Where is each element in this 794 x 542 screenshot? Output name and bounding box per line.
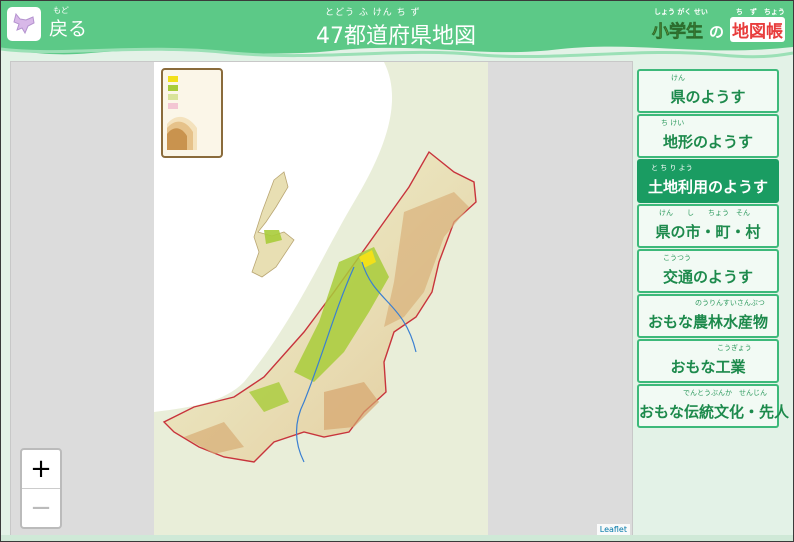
menu-item-label: おもな農林水産物 bbox=[647, 313, 768, 331]
leaflet-attribution-link[interactable]: Leaflet bbox=[596, 524, 630, 535]
menu-item-traditional-culture[interactable]: でんとうぶんか せんじん おもな伝統文化・先人 bbox=[637, 384, 790, 428]
menu-item-ruby: のうりんすいさんぶつ bbox=[695, 299, 765, 307]
topic-menu: けん 県のようす ち けい 地形のようす と ち り よう 土地利用のようす け… bbox=[633, 63, 790, 535]
header-bar: もど 戻る とどう ふ けん ち ず 47都道府県地図 しょう がく せい ち … bbox=[1, 1, 793, 63]
menu-item-land-use[interactable]: と ち り よう 土地利用のようす bbox=[637, 159, 779, 203]
menu-item-ruby: と ち り よう bbox=[651, 164, 693, 172]
brand-logo: しょう がく せい ち ず ちょう 小学生 の 地図帳 bbox=[652, 7, 785, 42]
app-window: もど 戻る とどう ふ けん ち ず 47都道府県地図 しょう がく せい ち … bbox=[0, 0, 794, 542]
menu-item-ruby: こうつう bbox=[663, 254, 691, 262]
map-viewport[interactable]: + − Leaflet bbox=[10, 61, 633, 537]
menu-item-transportation[interactable]: こうつう 交通のようす bbox=[637, 249, 779, 293]
brand-part1: 小学生 bbox=[651, 22, 704, 43]
menu-item-ruby: けん し ちょう そん bbox=[659, 209, 750, 217]
hokkaido-icon bbox=[7, 7, 41, 41]
menu-item-ruby: ち けい bbox=[661, 119, 685, 127]
menu-item-terrain[interactable]: ち けい 地形のようす bbox=[637, 114, 779, 158]
menu-item-ruby: けん bbox=[671, 74, 685, 82]
zoom-control: + − bbox=[20, 448, 62, 529]
footer-strip bbox=[1, 535, 793, 541]
menu-item-label: おもな伝統文化・先人 bbox=[639, 403, 790, 421]
page-title-text: 47都道府県地図 bbox=[316, 24, 476, 49]
menu-item-label: おもな工業 bbox=[670, 358, 746, 376]
menu-item-agriculture-fishery[interactable]: のうりんすいさんぶつ おもな農林水産物 bbox=[637, 294, 779, 338]
brand-ruby: しょう がく せい ち ず ちょう bbox=[653, 8, 785, 16]
menu-item-label: 土地利用のようす bbox=[647, 178, 768, 196]
zoom-out-button[interactable]: − bbox=[22, 488, 60, 527]
brand-part2: 地図帳 bbox=[730, 17, 785, 42]
menu-item-label: 地形のようす bbox=[662, 133, 753, 151]
menu-item-prefecture-overview[interactable]: けん 県のようす bbox=[637, 69, 779, 113]
brand-no: の bbox=[708, 23, 724, 41]
menu-item-label: 県の市・町・村 bbox=[655, 223, 761, 241]
menu-item-ruby: こうぎょう bbox=[717, 344, 752, 352]
zoom-in-button[interactable]: + bbox=[22, 450, 60, 488]
back-text: 戻る bbox=[49, 17, 88, 40]
back-ruby: もど bbox=[53, 5, 69, 15]
back-button[interactable]: もど 戻る bbox=[7, 5, 88, 41]
menu-item-industry[interactable]: こうぎょう おもな工業 bbox=[637, 339, 779, 383]
menu-item-ruby: でんとうぶんか せんじん bbox=[683, 389, 767, 397]
back-label: もど 戻る bbox=[49, 5, 88, 41]
page-title: とどう ふ けん ち ず 47都道府県地図 bbox=[301, 5, 491, 50]
map-legend bbox=[161, 68, 223, 158]
page-title-ruby: とどう ふ けん ち ず bbox=[325, 8, 421, 18]
menu-item-label: 県のようす bbox=[670, 88, 746, 106]
menu-item-municipalities[interactable]: けん し ちょう そん 県の市・町・村 bbox=[637, 204, 779, 248]
menu-item-label: 交通のようす bbox=[662, 268, 753, 286]
